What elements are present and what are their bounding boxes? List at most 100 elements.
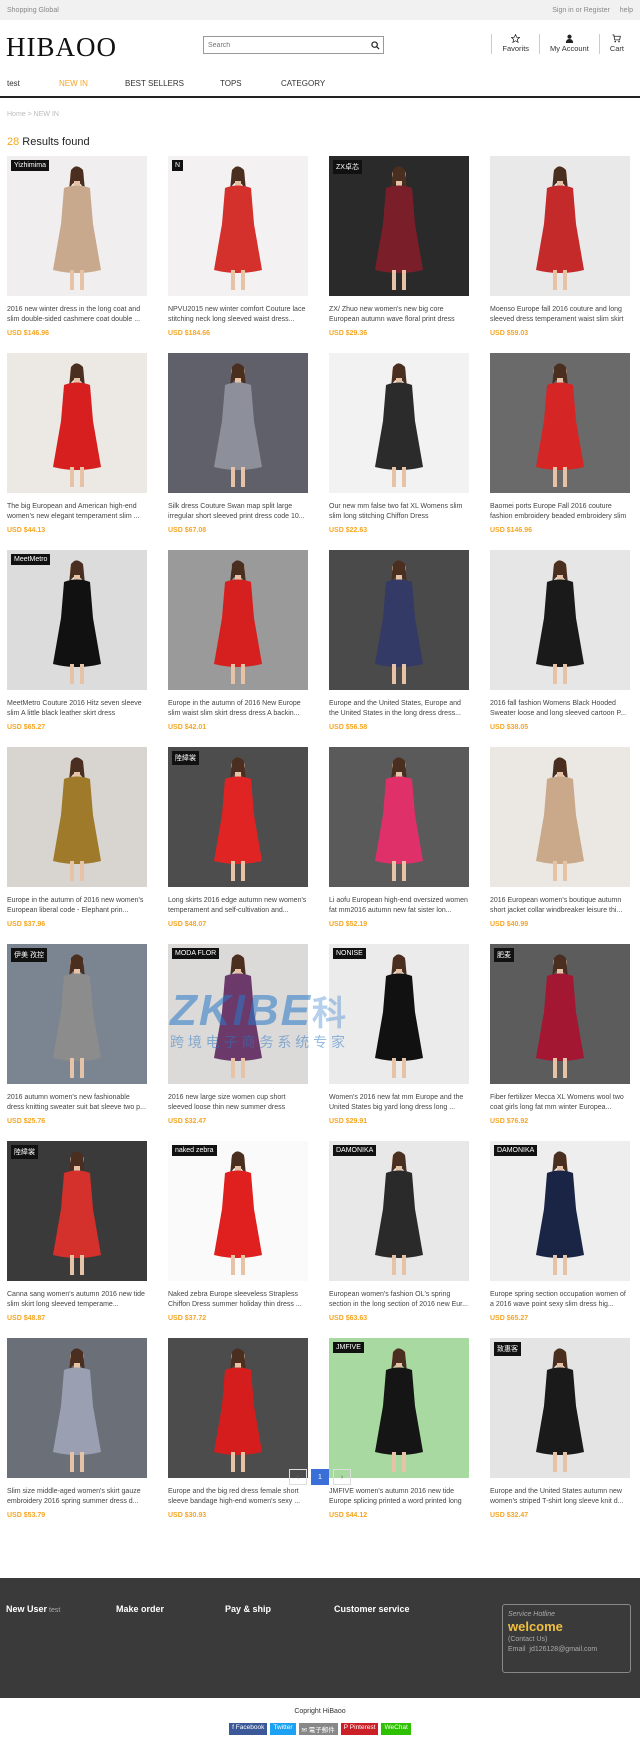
product-card[interactable]: 陸緯裳 Long skirts 2016 edge autumn new wome… <box>168 747 308 928</box>
breadcrumb-home[interactable]: Home <box>7 111 26 118</box>
product-card[interactable]: 致惠客 Europe and the United States autumn n… <box>490 1338 630 1519</box>
product-title[interactable]: Europe and the United States, Europe and… <box>329 699 469 719</box>
product-image[interactable]: Yizhimima <box>7 156 147 296</box>
share-button[interactable]: Twitter <box>270 1723 296 1735</box>
product-image[interactable] <box>7 747 147 887</box>
product-image[interactable]: 陸緯裳 <box>7 1141 147 1281</box>
nav-item-new-in[interactable]: NEW IN <box>59 79 125 88</box>
product-image[interactable] <box>168 353 308 493</box>
product-card[interactable]: Li aofu European high-end oversized wome… <box>329 747 469 928</box>
product-title[interactable]: European women's fashion OL's spring sec… <box>329 1290 469 1310</box>
product-card[interactable]: Europe in the autumn of 2016 New Europe … <box>168 550 308 731</box>
product-card[interactable]: naked zebra Naked zebra Europe sleeveless… <box>168 1141 308 1322</box>
page-button-current[interactable]: 1 <box>311 1469 329 1485</box>
product-card[interactable]: Europe and the United States, Europe and… <box>329 550 469 731</box>
product-title[interactable]: Europe in the autumn of 2016 New Europe … <box>168 699 308 719</box>
product-image[interactable]: 致惠客 <box>490 1338 630 1478</box>
product-image[interactable] <box>490 747 630 887</box>
product-card[interactable]: DAMONIKA European women's fashion OL's sp… <box>329 1141 469 1322</box>
product-title[interactable]: Europe in the autumn of 2016 new women's… <box>7 896 147 916</box>
product-title[interactable]: 2016 European women's boutique autumn sh… <box>490 896 630 916</box>
product-image[interactable]: MODA FLOR <box>168 944 308 1084</box>
product-image[interactable]: NONISE <box>329 944 469 1084</box>
product-card[interactable]: 肥麦 Fiber fertilizer Mecca XL Womens wool … <box>490 944 630 1125</box>
cart-button[interactable]: Cart <box>598 34 634 54</box>
help-link[interactable]: help <box>620 7 633 14</box>
product-title[interactable]: Moenso Europe fall 2016 couture and long… <box>490 305 630 325</box>
product-title[interactable]: Europe and the United States autumn new … <box>490 1487 630 1507</box>
shopping-global-link[interactable]: Shopping Global <box>7 7 59 14</box>
product-card[interactable]: Silk dress Couture Swan map split large … <box>168 353 308 534</box>
product-image[interactable]: naked zebra <box>168 1141 308 1281</box>
product-title[interactable]: Fiber fertilizer Mecca XL Womens wool tw… <box>490 1093 630 1113</box>
product-card[interactable]: 2016 fall fashion Womens Black Hooded Sw… <box>490 550 630 731</box>
prev-page-button[interactable]: ‹ <box>289 1469 307 1485</box>
product-image[interactable] <box>490 156 630 296</box>
share-button[interactable]: f Facebook <box>229 1723 268 1735</box>
account-button[interactable]: My Account <box>539 34 599 54</box>
share-button[interactable]: P Pinterest <box>340 1723 379 1735</box>
product-title[interactable]: ZX/ Zhuo new women's new big core Europe… <box>329 305 469 325</box>
product-card[interactable]: Our new mm false two fat XL Womens slim … <box>329 353 469 534</box>
product-card[interactable]: Yizhimima 2016 new winter dress in the lo… <box>7 156 147 337</box>
product-title[interactable]: 2016 new winter dress in the long coat a… <box>7 305 147 325</box>
product-card[interactable]: NONISE Women's 2016 new fat mm Europe and… <box>329 944 469 1125</box>
site-logo[interactable]: HIBAOO <box>6 32 117 63</box>
product-title[interactable]: JMFIVE women's autumn 2016 new tide Euro… <box>329 1487 469 1507</box>
product-image[interactable]: 陸緯裳 <box>168 747 308 887</box>
nav-item-category[interactable]: CATEGORY <box>281 79 325 88</box>
hotline-contact[interactable]: (Contact Us) <box>508 1636 625 1643</box>
product-image[interactable]: 肥麦 <box>490 944 630 1084</box>
product-image[interactable]: DAMONIKA <box>329 1141 469 1281</box>
favorites-button[interactable]: Favorits <box>491 34 539 54</box>
product-title[interactable]: MeetMetro Couture 2016 Hitz seven sleeve… <box>7 699 147 719</box>
product-image[interactable]: N <box>168 156 308 296</box>
product-image[interactable] <box>329 747 469 887</box>
product-card[interactable]: JMFIVE JMFIVE women's autumn 2016 new tid… <box>329 1338 469 1519</box>
product-image[interactable]: 伊美 孜控 <box>7 944 147 1084</box>
product-card[interactable]: MeetMetro MeetMetro Couture 2016 Hitz sev… <box>7 550 147 731</box>
sign-in-link[interactable]: Sign in or Register <box>552 7 610 14</box>
footer-link-test[interactable]: test <box>49 1607 60 1614</box>
product-card[interactable]: 伊美 孜控 2016 autumn women's new fashionable… <box>7 944 147 1125</box>
next-page-button[interactable]: › <box>333 1469 351 1485</box>
product-card[interactable]: 2016 European women's boutique autumn sh… <box>490 747 630 928</box>
search-icon[interactable] <box>367 37 383 53</box>
product-title[interactable]: Baomei ports Europe Fall 2016 couture fa… <box>490 502 630 522</box>
product-card[interactable]: Baomei ports Europe Fall 2016 couture fa… <box>490 353 630 534</box>
product-card[interactable]: DAMONIKA Europe spring section occupation… <box>490 1141 630 1322</box>
product-card[interactable]: 陸緯裳 Canna sang women's autumn 2016 new ti… <box>7 1141 147 1322</box>
search-input[interactable] <box>204 37 367 53</box>
product-card[interactable]: The big European and American high-end w… <box>7 353 147 534</box>
product-image[interactable] <box>168 1338 308 1478</box>
product-image[interactable] <box>490 550 630 690</box>
product-image[interactable] <box>168 550 308 690</box>
product-title[interactable]: Europe and the big red dress female shor… <box>168 1487 308 1507</box>
product-title[interactable]: Women's 2016 new fat mm Europe and the U… <box>329 1093 469 1113</box>
product-image[interactable] <box>490 353 630 493</box>
product-card[interactable]: Slim size middle-aged women's skirt gauz… <box>7 1338 147 1519</box>
product-card[interactable]: N NPVU2015 new winter comfort Couture lac… <box>168 156 308 337</box>
product-title[interactable]: NPVU2015 new winter comfort Couture lace… <box>168 305 308 325</box>
product-title[interactable]: Li aofu European high-end oversized wome… <box>329 896 469 916</box>
product-image[interactable] <box>329 353 469 493</box>
share-button[interactable]: ✉ 電子郵件 <box>298 1723 338 1735</box>
product-title[interactable]: 2016 new large size women cup short slee… <box>168 1093 308 1113</box>
product-image[interactable] <box>7 353 147 493</box>
product-card[interactable]: ZX卓芯 ZX/ Zhuo new women's new big core Eu… <box>329 156 469 337</box>
hotline-email[interactable]: Email jd126128@gmail.com <box>508 1646 625 1653</box>
nav-item-best-sellers[interactable]: BEST SELLERS <box>125 79 220 88</box>
product-title[interactable]: Europe spring section occupation women o… <box>490 1290 630 1310</box>
product-title[interactable]: Silk dress Couture Swan map split large … <box>168 502 308 522</box>
product-title[interactable]: The big European and American high-end w… <box>7 502 147 522</box>
product-image[interactable]: MeetMetro <box>7 550 147 690</box>
product-image[interactable]: ZX卓芯 <box>329 156 469 296</box>
product-title[interactable]: Canna sang women's autumn 2016 new tide … <box>7 1290 147 1310</box>
product-card[interactable]: Europe and the big red dress female shor… <box>168 1338 308 1519</box>
product-image[interactable] <box>329 550 469 690</box>
product-image[interactable]: JMFIVE <box>329 1338 469 1478</box>
product-card[interactable]: Europe in the autumn of 2016 new women's… <box>7 747 147 928</box>
product-title[interactable]: 2016 fall fashion Womens Black Hooded Sw… <box>490 699 630 719</box>
product-title[interactable]: 2016 autumn women's new fashionable dres… <box>7 1093 147 1113</box>
product-title[interactable]: Long skirts 2016 edge autumn new women's… <box>168 896 308 916</box>
